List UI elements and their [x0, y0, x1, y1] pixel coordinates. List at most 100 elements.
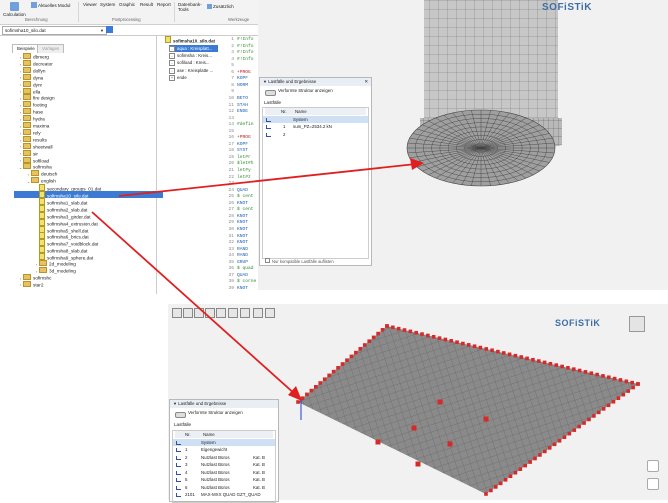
tree-folder[interactable]: › decreator [18, 59, 53, 67]
tree-file[interactable]: sofimsha8_slab.dat [34, 246, 87, 254]
loadcase-name: Eigengewicht [201, 447, 228, 452]
collapse-icon[interactable]: - [169, 60, 175, 67]
tree-folder[interactable]: › hase [18, 108, 43, 115]
module-label: aqua : Kreisplatt... [177, 46, 213, 51]
line-support-marker [300, 396, 305, 400]
loadcase-row[interactable]: 2 Nutzlast Büros Kat. B [173, 454, 275, 461]
code-line: $let#h [237, 161, 254, 167]
line-support-marker [552, 442, 557, 447]
tree-file[interactable]: sofimsha7_voidblock.dat [34, 239, 98, 247]
tree-folder[interactable]: › deutsch [26, 170, 57, 177]
module-label: ase : Kreisplatte ... [177, 67, 214, 73]
line-support-marker [595, 372, 599, 377]
viewer-button[interactable]: Viewer [83, 2, 97, 7]
loadcase-row[interactable]: 1 sum_PZ=2534.2 kN [263, 123, 368, 130]
tree-folder[interactable]: › dbmerg [18, 53, 49, 60]
loadcase-row[interactable]: 2 [263, 131, 368, 138]
tree-file[interactable]: sofimsha1_slab.dat [34, 197, 87, 205]
tree-folder[interactable]: › sofiload [18, 156, 49, 164]
folder-icon [23, 128, 31, 135]
tree-folder[interactable]: › dynr [18, 80, 42, 88]
loadcase-row[interactable]: 1 Eigengewicht [173, 446, 275, 453]
play-icon [31, 2, 37, 8]
tree-folder[interactable]: › sir [18, 149, 38, 157]
print-icon[interactable] [647, 478, 659, 490]
tree-file[interactable]: sofimsha3_girder.dat [34, 211, 91, 219]
point-support-marker [375, 439, 381, 445]
collapse-icon[interactable]: - [169, 67, 175, 74]
zusaetzlich-button[interactable]: Zusätzlich [207, 4, 234, 9]
collapse-icon[interactable]: - [169, 53, 175, 60]
result-button[interactable]: Result [140, 2, 153, 7]
code-line: $ corne [237, 279, 257, 285]
collapse-icon[interactable]: ▼ [173, 401, 177, 406]
system-button[interactable]: System [100, 2, 115, 7]
expand-icon[interactable]: + [169, 74, 175, 81]
tree-file[interactable]: sofimsha2_slab.dat [34, 204, 87, 212]
loadcase-row[interactable]: 2101 MAX-MXX QUAD GZT_QUAD [173, 491, 275, 498]
loadcase-row[interactable]: System [173, 438, 275, 446]
module-item[interactable]: - sofimsha : Kreis... [169, 52, 218, 60]
tree-folder[interactable]: › rely [18, 128, 41, 136]
aktuelles-modul-button[interactable]: Aktuelles Modul [31, 2, 70, 8]
module-item[interactable]: - sofiload : Kreis... [169, 59, 218, 67]
tab-vorlagen[interactable]: Vorlagen [37, 44, 65, 53]
graphic-button[interactable]: Graphic [119, 2, 135, 7]
close-icon[interactable]: ✕ [364, 78, 368, 86]
open-folder-icon[interactable] [106, 26, 113, 33]
deformed-structure-toggle[interactable] [175, 412, 186, 418]
loadcase-row[interactable]: 3 Nutzlast Büros Kat. B [173, 461, 275, 468]
deformed-structure-toggle[interactable] [265, 90, 276, 96]
tree-folder[interactable]: › footing [18, 101, 47, 108]
line-support-marker [583, 370, 588, 374]
tree-file[interactable]: sofimsha10_silo.dat [14, 191, 175, 198]
module-item[interactable]: - ase : Kreisplatte ... [169, 67, 218, 74]
tab-beispiele[interactable]: Beispiele [12, 44, 40, 53]
module-item[interactable]: - aqua : Kreisplatt... [169, 45, 218, 52]
tree-folder[interactable]: › results [18, 135, 47, 143]
collapse-icon[interactable]: - [169, 46, 175, 52]
tree-file[interactable]: sofimsha4_extrusion.dat [34, 218, 98, 226]
tree-folder[interactable]: ⌄ sofimsha [18, 163, 52, 170]
tree-folder[interactable]: › maxima [18, 122, 49, 129]
code-line: KNOT [237, 285, 249, 291]
tree-file[interactable]: sofimsha5_shell.dat [34, 225, 88, 233]
tree-file[interactable]: sofimsha6_brics.dat [34, 232, 89, 240]
line-number: 23 [228, 181, 234, 187]
line-support-marker [345, 358, 349, 362]
tree-folder[interactable]: › sheetwall [18, 142, 53, 150]
calculation-button[interactable]: Calculation [3, 2, 26, 17]
loadcase-row[interactable]: System [263, 115, 368, 123]
line-support-marker [601, 374, 605, 378]
report-button[interactable]: Report [157, 2, 171, 7]
tree-file[interactable]: secondary_groups_01.dat [34, 184, 101, 192]
line-support-marker [402, 328, 407, 332]
datenbank-tools-button[interactable]: Datenbank- Tools [178, 2, 202, 12]
tree-folder[interactable]: › 2d_modeling [34, 260, 76, 267]
loadcase-row[interactable]: 5 Nutzlast Büros Kat. B [173, 476, 275, 483]
view-cube-icon[interactable] [629, 316, 645, 332]
folder-icon [23, 135, 31, 142]
tree-folder[interactable]: › dolfyn [18, 66, 46, 74]
folder-icon [23, 142, 31, 149]
tree-folder[interactable]: › ella [18, 87, 40, 95]
collapse-icon[interactable]: ▼ [263, 79, 267, 84]
loadcase-row[interactable]: 4 Nutzlast Büros Kat. B [173, 469, 275, 476]
loadcase-row[interactable]: 6 Nutzlast Büros Kat. B [173, 484, 275, 491]
compatible-only-checkbox[interactable]: Nur kompatible Lastfälle auflisten [265, 258, 334, 264]
chevron-down-icon: ▼ [100, 28, 104, 33]
line-support-marker [367, 339, 371, 343]
tree-folder[interactable]: › 3d_modeling [34, 266, 76, 274]
code-editor[interactable]: 1 #!Info 2 #!Info 3 #!Info 4 #!Info 5 6 +PROG 7 KOPF… [219, 36, 259, 294]
tree-folder[interactable]: ⌄ english [26, 177, 56, 184]
tree-folder[interactable]: › star2 [18, 280, 43, 288]
screenshot-icon[interactable] [647, 460, 659, 472]
tree-file[interactable]: sofimsha9_sphere.dat [34, 253, 93, 261]
tree-folder[interactable]: › dyna [18, 73, 43, 81]
line-support-marker [358, 347, 363, 351]
tree-folder[interactable]: › fire design [18, 94, 55, 101]
tree-folder[interactable]: › hydra [18, 115, 45, 122]
module-item[interactable]: + ende [169, 74, 218, 81]
tree-folder[interactable]: › sofimshc [18, 273, 52, 281]
file-combo[interactable]: sofimsha10_silo.dat ▼ [2, 26, 107, 35]
